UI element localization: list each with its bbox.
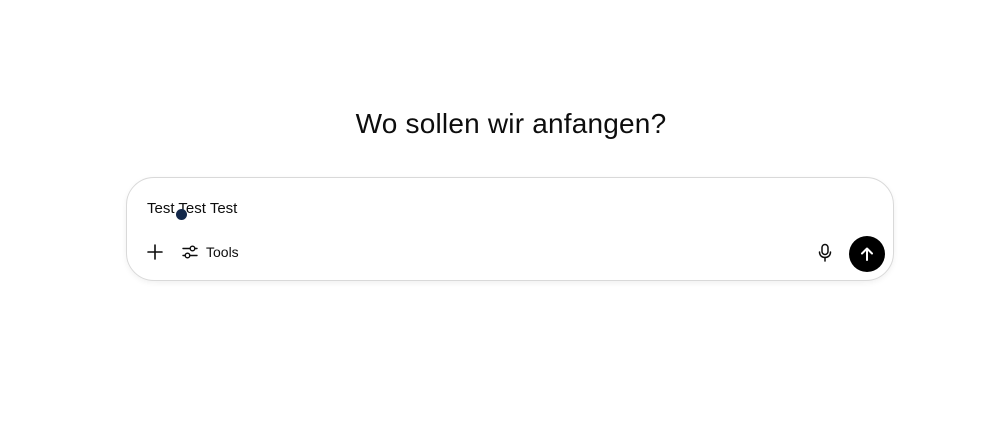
page-title: Wo sollen wir anfangen? (355, 108, 667, 139)
send-button[interactable] (849, 236, 885, 272)
tools-label: Tools (206, 244, 239, 260)
voice-input-button[interactable] (815, 242, 835, 264)
tools-button[interactable]: Tools (181, 240, 239, 264)
add-button[interactable] (143, 240, 167, 264)
plus-icon (147, 244, 163, 260)
page: Wo sollen wir anfangen? Test Test Test T… (0, 0, 987, 441)
mouse-cursor-indicator (176, 209, 187, 220)
prompt-composer[interactable]: Test Test Test Tools (126, 177, 894, 281)
prompt-input[interactable]: Test Test Test (147, 200, 237, 217)
microphone-icon (818, 243, 832, 262)
sliders-icon (182, 245, 198, 259)
arrow-up-icon (861, 247, 873, 261)
